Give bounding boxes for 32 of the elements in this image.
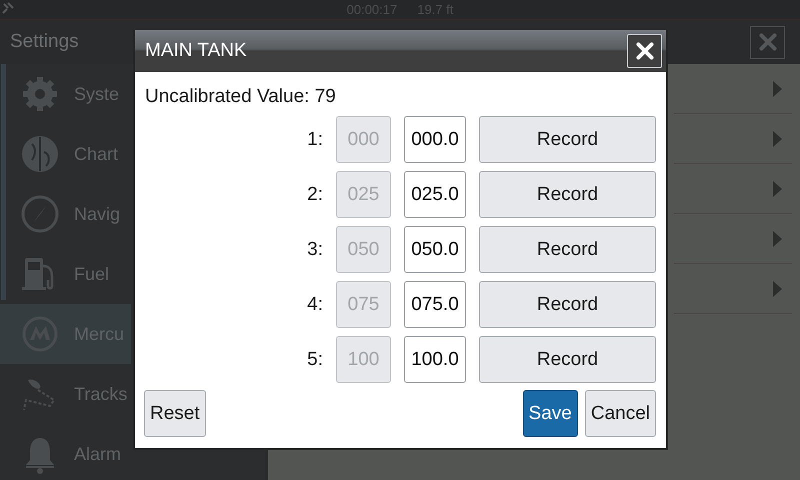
satellite-icon (2, 2, 14, 14)
point-label: 1: (306, 128, 323, 150)
chevron-icon[interactable] (773, 130, 782, 146)
chevron-icon[interactable] (773, 280, 782, 296)
close-icon (634, 40, 656, 62)
calibrated-value-field[interactable]: 025.0 (404, 171, 466, 218)
calibrated-value-field[interactable]: 000.0 (404, 116, 466, 163)
record-button[interactable]: Record (479, 116, 656, 163)
chevron-icon[interactable] (773, 180, 782, 196)
point-label: 4: (306, 294, 323, 316)
calibrated-value-field[interactable]: 050.0 (404, 226, 466, 273)
point-label: 2: (306, 184, 323, 206)
point-label: 3: (306, 238, 323, 260)
chevron-icon[interactable] (773, 80, 782, 96)
dialog-button[interactable]: Save (522, 390, 578, 437)
close-icon (756, 31, 778, 53)
compass-icon (20, 194, 60, 234)
calibrated-value-field[interactable]: 075.0 (404, 281, 466, 328)
record-button[interactable]: Record (479, 226, 656, 273)
globe-icon (20, 134, 60, 174)
point-label: 5: (306, 348, 323, 370)
calibrated-value-field[interactable]: 100.0 (404, 336, 466, 383)
dialog-button[interactable]: Reset (144, 390, 206, 437)
uncalibrated-value: Uncalibrated Value: 79 (145, 86, 337, 109)
dialog-title: MAIN TANK (145, 40, 247, 62)
record-button[interactable]: Record (479, 281, 656, 328)
chevron-icon[interactable] (773, 230, 782, 246)
page-title: Settings (10, 31, 79, 53)
dialog-button[interactable]: Cancel (584, 390, 656, 437)
record-button[interactable]: Record (479, 171, 656, 218)
record-button[interactable]: Record (479, 336, 656, 383)
gear-icon (20, 74, 60, 114)
